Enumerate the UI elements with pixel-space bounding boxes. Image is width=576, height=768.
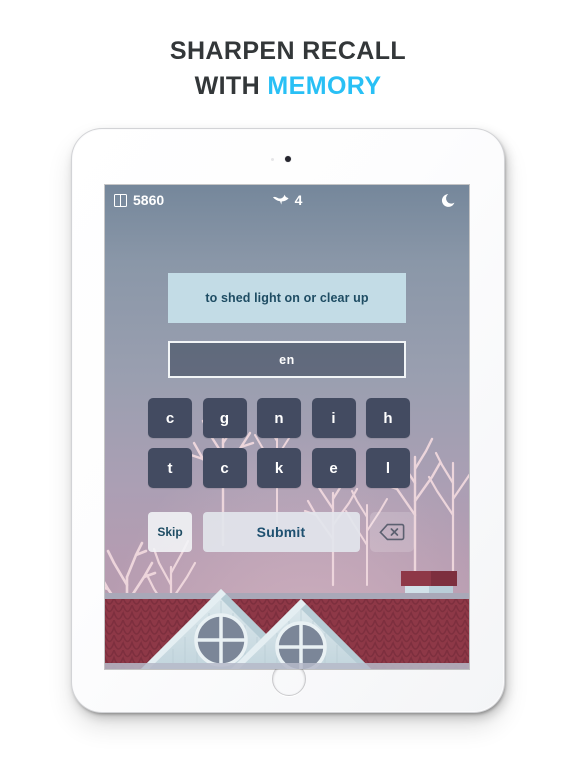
letter-key[interactable]: i (311, 398, 356, 438)
definition-prompt: to shed light on or clear up (168, 273, 406, 323)
letter-key[interactable]: g (202, 398, 247, 438)
letter-keypad: c g n i h t c k e l (148, 398, 426, 498)
camera-icon (285, 156, 291, 162)
letter-key[interactable]: l (366, 448, 410, 488)
letter-key[interactable]: t (148, 448, 192, 488)
lives-group: 4 (105, 192, 469, 208)
letter-row-2: t c k e l (148, 448, 426, 488)
mode-group[interactable] (441, 192, 457, 208)
ambient-sensor-icon (271, 158, 274, 161)
definition-text: to shed light on or clear up (205, 291, 369, 305)
page-title: SHARPEN RECALL WITH MEMORY (0, 36, 576, 101)
backspace-icon (379, 523, 405, 541)
status-bar: 5860 4 (105, 185, 469, 215)
letter-key[interactable]: k (257, 448, 301, 488)
letter-key[interactable]: h (366, 398, 410, 438)
letter-key[interactable]: c (202, 448, 247, 488)
headline-with-text: WITH (194, 72, 268, 100)
action-row: Skip Submit (148, 512, 426, 552)
headline-line-1: SHARPEN RECALL (169, 37, 407, 65)
answer-input[interactable]: en (168, 341, 406, 378)
answer-value: en (279, 352, 295, 367)
letter-row-1: c g n i h (148, 398, 426, 438)
bird-icon (272, 194, 289, 205)
moon-icon[interactable] (441, 192, 457, 208)
backspace-button[interactable] (370, 512, 414, 552)
letter-key[interactable]: n (257, 398, 301, 438)
letter-key[interactable]: c (148, 398, 192, 438)
tablet-device: 5860 4 to shed light on or clear up en c… (72, 129, 504, 712)
skip-button[interactable]: Skip (148, 512, 192, 552)
headline-line-2: WITH MEMORY (0, 71, 576, 101)
headline-accent-text: MEMORY (267, 72, 382, 100)
letter-key[interactable]: e (311, 448, 356, 488)
lives-value: 4 (294, 192, 303, 208)
submit-button[interactable]: Submit (202, 512, 360, 552)
app-screen: 5860 4 to shed light on or clear up en c… (105, 185, 469, 669)
